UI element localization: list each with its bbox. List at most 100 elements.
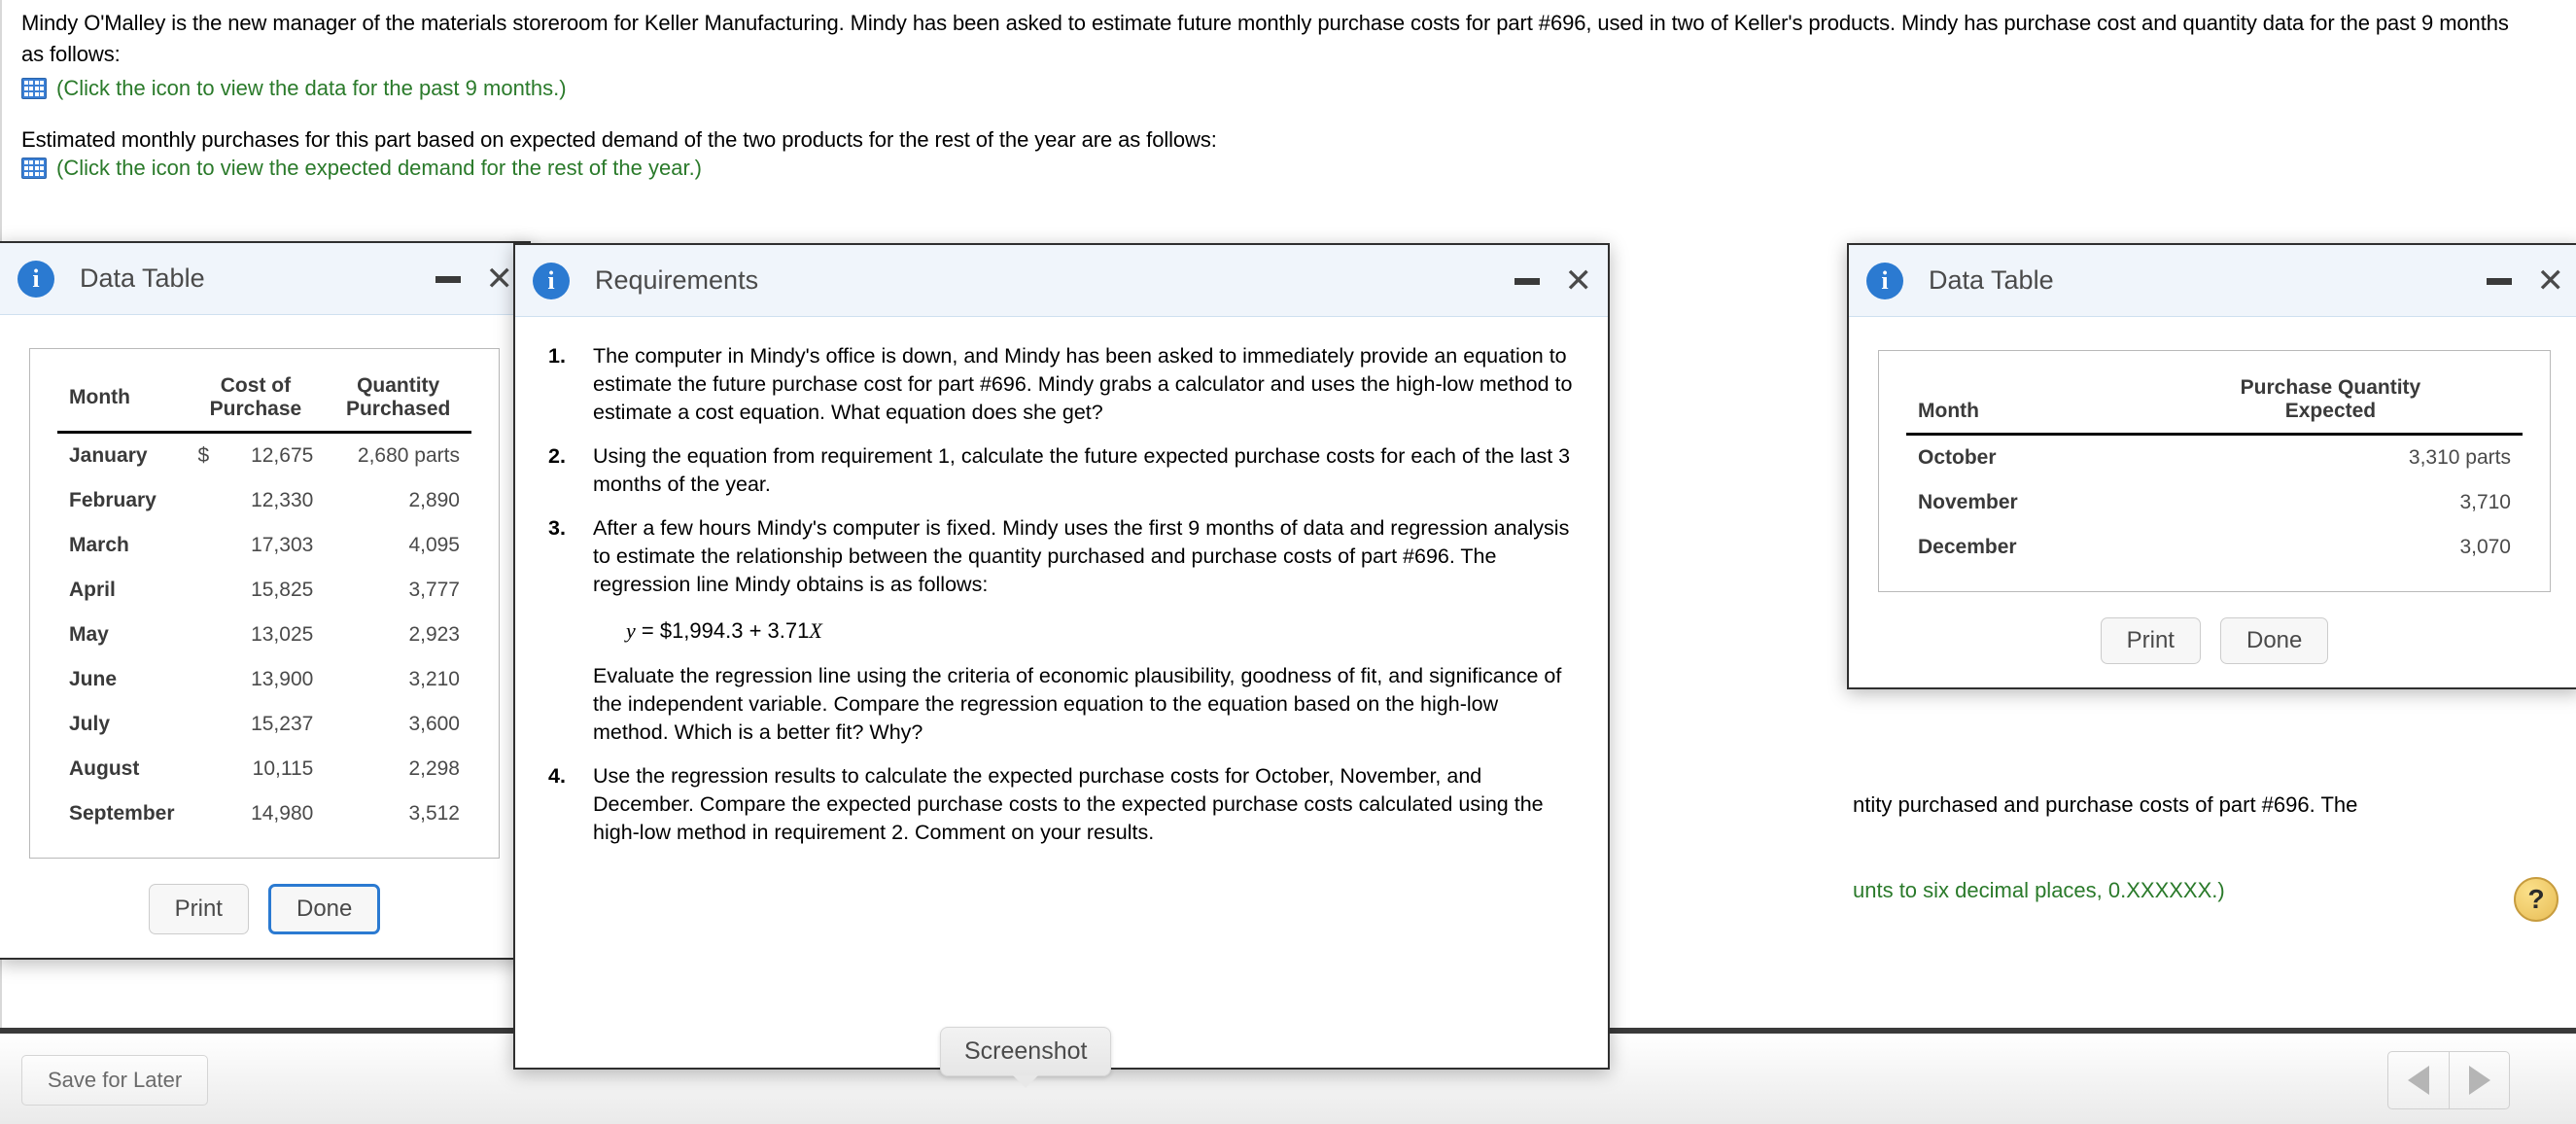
table-row: January $12,675 2,680 parts <box>57 433 471 479</box>
cell-month: May <box>69 623 109 646</box>
cell-quantity: 3,512 <box>408 802 460 825</box>
background-text-fragment-green: unts to six decimal places, 0.XXXXXX.) <box>1853 878 2225 902</box>
close-icon[interactable]: ✕ <box>486 263 514 296</box>
cell-month: September <box>69 802 175 825</box>
info-icon: i <box>1866 262 1903 299</box>
table-row: May 13,025 2,923 <box>57 613 471 657</box>
requirement-item: Use the regression results to calculate … <box>548 762 1544 844</box>
chevron-right-icon <box>2468 1066 2490 1095</box>
background-text-fragment: ntity purchased and purchase costs of pa… <box>1853 792 2358 817</box>
print-button[interactable]: Print <box>2100 617 2201 664</box>
table-grid-icon[interactable] <box>21 78 47 99</box>
column-header-line-1: Purchase Quantity <box>2240 376 2421 399</box>
cell-quantity: 3,210 <box>408 668 460 690</box>
cell-month: March <box>69 534 129 556</box>
cell-month: January <box>69 444 148 467</box>
months-data-table: Month Cost of Purchase Quantity Purchase… <box>57 369 471 836</box>
cell-cost: 10,115 <box>252 757 314 780</box>
minimize-icon[interactable] <box>435 275 461 283</box>
dialog-header: i Data Table ✕ <box>0 243 529 315</box>
table-header-row: Month Purchase Quantity Expected <box>1906 370 2523 436</box>
minimize-icon[interactable] <box>1514 277 1540 285</box>
dialog-body: Month Purchase Quantity Expected October… <box>1849 317 2576 687</box>
requirements-list: The computer in Mindy's office is down, … <box>544 342 1579 847</box>
save-for-later-button[interactable]: Save for Later <box>21 1055 209 1106</box>
cell-currency <box>187 657 226 702</box>
cell-currency <box>187 523 226 568</box>
cell-quantity: 3,777 <box>408 579 460 601</box>
data-table-dialog-months[interactable]: i Data Table ✕ Month Cost of Purchase Qu… <box>0 241 531 960</box>
info-icon: i <box>17 260 54 298</box>
problem-paragraph-2: Estimated monthly purchases for this par… <box>21 127 1217 152</box>
regression-equation: y = $1,994.3 + 3.71X <box>626 616 1573 645</box>
table-row: June 13,900 3,210 <box>57 657 471 702</box>
done-button[interactable]: Done <box>2219 617 2329 664</box>
cell-quantity: 2,890 <box>408 489 460 511</box>
cell-cost: 15,825 <box>251 579 314 601</box>
cell-expected-quantity: 3,070 <box>2459 536 2511 558</box>
dialog-window-controls: ✕ <box>435 243 514 315</box>
requirement-item: After a few hours Mindy's computer is fi… <box>548 514 1573 747</box>
cell-cost: 13,900 <box>251 668 314 690</box>
table-row: July 15,237 3,600 <box>57 702 471 747</box>
dialog-title: Requirements <box>595 265 759 295</box>
requirement-item: Using the equation from requirement 1, c… <box>548 442 1571 496</box>
dialog-body: Month Cost of Purchase Quantity Purchase… <box>0 315 529 958</box>
cell-quantity: 2,298 <box>408 757 460 780</box>
data-table-link-2[interactable]: (Click the icon to view the expected dem… <box>21 156 702 181</box>
cell-cost: 13,025 <box>251 623 314 646</box>
next-page-button[interactable] <box>2449 1052 2509 1108</box>
close-icon[interactable]: ✕ <box>1565 264 1593 298</box>
column-header-line-2: Expected <box>2284 400 2377 422</box>
table-row: March 17,303 4,095 <box>57 523 471 568</box>
minimize-icon[interactable] <box>2486 277 2512 285</box>
table-row: November 3,710 <box>1906 480 2523 525</box>
requirements-dialog[interactable]: i Requirements ✕ The computer in Mindy's… <box>513 243 1610 1070</box>
dialog-actions: Print Done <box>29 884 500 934</box>
table-frame: Month Cost of Purchase Quantity Purchase… <box>29 348 500 859</box>
cell-quantity: 3,600 <box>408 713 460 735</box>
pagination-controls <box>2387 1051 2510 1109</box>
dialog-title: Data Table <box>1929 265 2054 295</box>
cell-currency: $ <box>197 444 210 467</box>
table-row: February 12,330 2,890 <box>57 478 471 523</box>
requirement-item-text: After a few hours Mindy's computer is fi… <box>593 516 1570 596</box>
cell-month: July <box>69 713 111 735</box>
data-table-link-1[interactable]: (Click the icon to view the data for the… <box>21 76 567 101</box>
cell-currency <box>187 613 226 657</box>
column-header-month: Month <box>57 369 187 434</box>
data-table-link-1-label[interactable]: (Click the icon to view the data for the… <box>56 76 567 101</box>
dialog-header: i Requirements ✕ <box>515 245 1608 317</box>
dialog-window-controls: ✕ <box>1514 245 1593 317</box>
dialog-actions: Print Done <box>1878 617 2551 664</box>
previous-page-button[interactable] <box>2388 1052 2449 1108</box>
table-grid-icon[interactable] <box>21 158 47 179</box>
cell-cost: 12,675 <box>251 444 314 467</box>
dialog-header: i Data Table ✕ <box>1849 245 2576 317</box>
data-table-link-2-label[interactable]: (Click the icon to view the expected dem… <box>56 156 702 181</box>
cell-month: April <box>69 579 116 601</box>
dialog-body: The computer in Mindy's office is down, … <box>515 317 1608 886</box>
equation-variable-x: X <box>809 618 822 643</box>
column-header-month: Month <box>1906 370 2139 436</box>
done-button[interactable]: Done <box>267 884 381 934</box>
cell-cost: 12,330 <box>251 489 314 511</box>
cell-quantity: 2,923 <box>408 623 460 646</box>
data-table-dialog-expected[interactable]: i Data Table ✕ Month Purchase Quantity E… <box>1847 243 2576 689</box>
cell-currency <box>187 791 226 836</box>
months-table-body: January $12,675 2,680 parts February 12,330 2… <box>57 433 471 837</box>
cell-month: December <box>1918 536 2017 558</box>
cell-currency <box>187 568 226 613</box>
cell-currency <box>187 747 226 791</box>
help-button[interactable]: ? <box>2514 877 2559 922</box>
table-row: September 14,980 3,512 <box>57 791 471 836</box>
chevron-left-icon <box>2408 1066 2429 1095</box>
equation-variable-y: y <box>626 618 636 643</box>
cell-month: February <box>69 489 157 511</box>
print-button[interactable]: Print <box>148 884 249 934</box>
requirement-item: The computer in Mindy's office is down, … <box>548 342 1573 424</box>
close-icon[interactable]: ✕ <box>2537 264 2565 298</box>
screenshot-tooltip: Screenshot <box>940 1027 1112 1088</box>
equation-body: = $1,994.3 + 3.71 <box>635 618 810 643</box>
cell-expected-quantity: 3,710 <box>2459 491 2511 513</box>
